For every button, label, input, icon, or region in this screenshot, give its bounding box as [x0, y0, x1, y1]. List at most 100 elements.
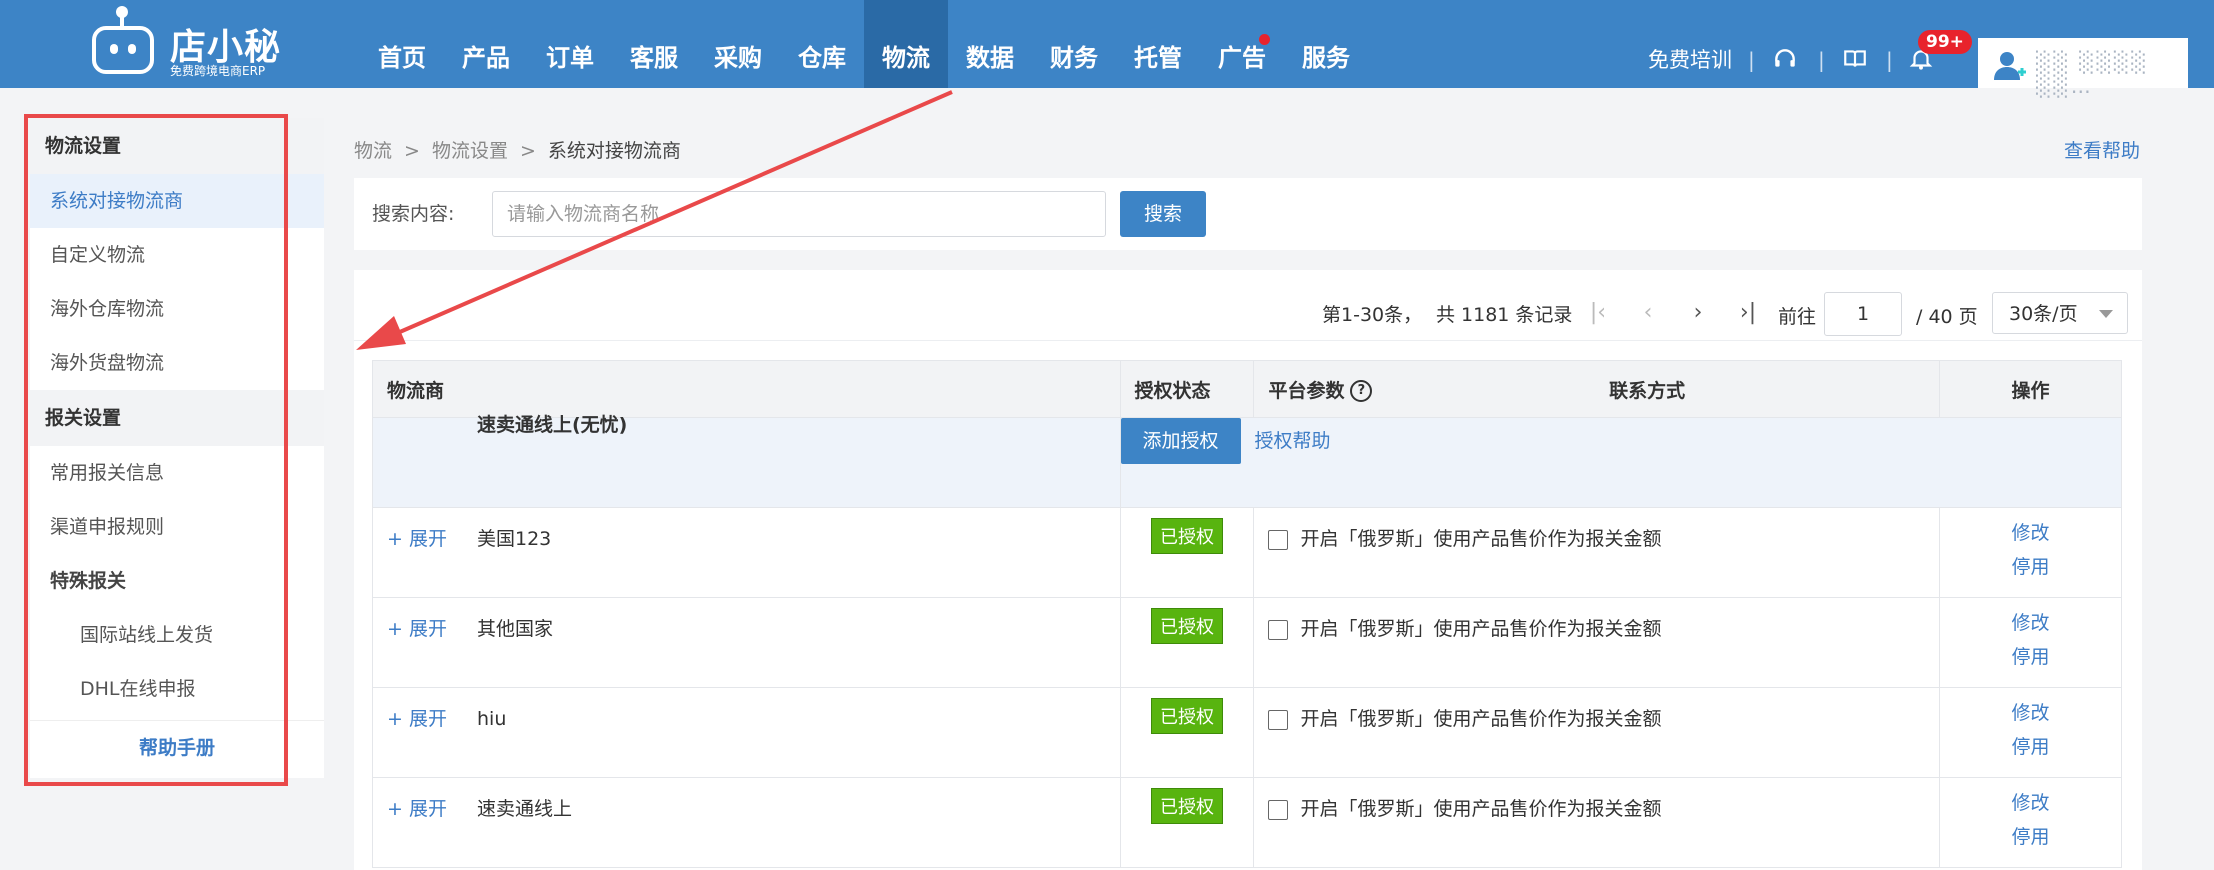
page-number-input[interactable]: 1 [1824, 292, 1902, 336]
table-row: + 展开 美国123 已授权 开启「俄罗斯」使用产品售价作为报关金额 修改 停用 [372, 507, 2122, 598]
account-name: 美国123 [477, 528, 552, 550]
status-cell: 已授权 [1119, 687, 1255, 778]
carrier-cell: + 展开 美国123 [372, 507, 1121, 598]
edit-link[interactable]: 修改 [1954, 786, 2107, 820]
table-header: 物流商 授权状态 平台参数? 联系方式 操作 [372, 360, 2122, 418]
table-row: + 展开 其他国家 已授权 开启「俄罗斯」使用产品售价作为报关金额 修改 停用 [372, 597, 2122, 688]
params-cell: 开启「俄罗斯」使用产品售价作为报关金额 [1253, 597, 1941, 688]
expand-link[interactable]: + 展开 [387, 524, 477, 551]
logo[interactable]: 店小秘 免费跨境电商ERP [88, 6, 280, 80]
range-text: 第1-30条， [1322, 304, 1423, 326]
user-icon [1994, 52, 2026, 80]
page-size-select[interactable]: 30条/页 [1992, 292, 2128, 334]
disable-link[interactable]: 停用 [1954, 820, 2107, 854]
user-menu[interactable]: ░░ ░░░░ ░░… [1978, 38, 2188, 98]
disable-link[interactable]: 停用 [1954, 550, 2107, 584]
user-name: ░░ ░░░░ ░░… [2036, 50, 2149, 98]
nav-finance[interactable]: 财务 [1032, 0, 1116, 88]
nav-hosting[interactable]: 托管 [1116, 0, 1200, 88]
logo-antenna [116, 6, 128, 26]
carrier-list-panel: 第1-30条， 共 1181 条记录 |‹ ‹ › ›| 前往 1 / 40 页… [354, 270, 2142, 870]
table-row: + 展开 速卖通线上 已授权 开启「俄罗斯」使用产品售价作为报关金额 修改 停用 [372, 777, 2122, 868]
nav-warehouse[interactable]: 仓库 [780, 0, 864, 88]
next-page-icon[interactable]: › [1686, 300, 1710, 325]
main-nav: 首页 产品 订单 客服 采购 仓库 物流 数据 财务 托管 广告 服务 [360, 0, 1368, 88]
status-cell: 已授权 [1119, 777, 1255, 868]
status-badge: 已授权 [1150, 698, 1223, 734]
edit-link[interactable]: 修改 [1954, 516, 2107, 550]
expand-link[interactable]: + 展开 [387, 704, 477, 731]
edit-link[interactable]: 修改 [1954, 606, 2107, 640]
divider: | [1748, 48, 1755, 72]
view-help-link[interactable]: 查看帮助 [2064, 136, 2140, 163]
prev-page-icon[interactable]: ‹ [1636, 300, 1660, 325]
annotation-highlight-box [24, 114, 288, 786]
carrier-group-row: 速卖通线上(无忧) 添加授权 授权帮助 [372, 414, 2122, 508]
help-icon[interactable]: ? [1350, 380, 1373, 402]
carrier-table: 物流商 授权状态 平台参数? 联系方式 操作 速卖通线上(无忧) 添加授权 授权帮… [372, 360, 2122, 868]
status-badge: 已授权 [1150, 608, 1223, 644]
group-name-cell: 速卖通线上(无忧) [372, 414, 1121, 508]
divider: | [1886, 48, 1893, 72]
table-row: + 展开 hiu 已授权 开启「俄罗斯」使用产品售价作为报关金额 修改 停用 [372, 687, 2122, 778]
search-panel: 搜索内容: 搜索 [354, 178, 2142, 250]
search-label: 搜索内容: [372, 203, 455, 225]
carrier-cell: + 展开 hiu [372, 687, 1121, 778]
checkbox-label: 开启「俄罗斯」使用产品售价作为报关金额 [1300, 528, 1662, 550]
breadcrumb-separator: > [404, 140, 420, 162]
status-cell: 已授权 [1119, 597, 1255, 688]
breadcrumb-item[interactable]: 物流设置 [432, 140, 508, 162]
disable-link[interactable]: 停用 [1954, 640, 2107, 674]
carrier-cell: + 展开 其他国家 [372, 597, 1121, 688]
params-cell: 开启「俄罗斯」使用产品售价作为报关金额 [1253, 687, 1941, 778]
nav-ads[interactable]: 广告 [1200, 0, 1284, 88]
search-input[interactable] [492, 191, 1106, 237]
checkbox-label: 开启「俄罗斯」使用产品售价作为报关金额 [1300, 618, 1662, 640]
search-button[interactable]: 搜索 [1120, 191, 1206, 237]
params-cell: 开启「俄罗斯」使用产品售价作为报关金额 [1253, 777, 1941, 868]
first-page-icon[interactable]: |‹ [1586, 300, 1610, 325]
breadcrumb-current: 系统对接物流商 [547, 140, 681, 162]
nav-data[interactable]: 数据 [948, 0, 1032, 88]
col-ops: 操作 [1939, 360, 2122, 418]
expand-link[interactable]: + 展开 [387, 794, 477, 821]
last-page-icon[interactable]: ›| [1736, 300, 1760, 325]
ops-cell: 修改 停用 [1939, 777, 2122, 868]
edit-link[interactable]: 修改 [1954, 696, 2107, 730]
breadcrumb-item[interactable]: 物流 [354, 140, 392, 162]
status-badge: 已授权 [1150, 788, 1223, 824]
total-pages: / 40 页 [1916, 306, 1978, 328]
price-as-declared-checkbox[interactable] [1268, 529, 1289, 550]
nav-logistics[interactable]: 物流 [864, 0, 948, 88]
account-name: hiu [477, 708, 507, 730]
col-contact: 联系方式 [1609, 379, 1686, 402]
nav-home[interactable]: 首页 [360, 0, 444, 88]
expand-link[interactable]: + 展开 [387, 614, 477, 641]
col-params: 平台参数? 联系方式 [1253, 360, 1941, 418]
nav-orders[interactable]: 订单 [528, 0, 612, 88]
account-name: 速卖通线上 [477, 798, 573, 820]
nav-purchase[interactable]: 采购 [696, 0, 780, 88]
price-as-declared-checkbox[interactable] [1268, 709, 1289, 730]
book-icon[interactable] [1842, 46, 1868, 72]
notification-badge: 99+ [1918, 30, 1972, 54]
disable-link[interactable]: 停用 [1954, 730, 2107, 764]
price-as-declared-checkbox[interactable] [1268, 619, 1289, 640]
params-cell: 开启「俄罗斯」使用产品售价作为报关金额 [1253, 507, 1941, 598]
checkbox-label: 开启「俄罗斯」使用产品售价作为报关金额 [1300, 798, 1662, 820]
nav-products[interactable]: 产品 [444, 0, 528, 88]
account-name: 其他国家 [477, 618, 554, 640]
add-authorization-button[interactable]: 添加授权 [1120, 418, 1241, 464]
nav-services[interactable]: 服务 [1284, 0, 1368, 88]
robot-logo-icon [92, 26, 154, 74]
free-training-link[interactable]: 免费培训 [1648, 44, 1732, 74]
group-name: 速卖通线上(无忧) [477, 414, 628, 436]
headset-icon[interactable] [1772, 46, 1798, 72]
nav-customer-service[interactable]: 客服 [612, 0, 696, 88]
divider [354, 340, 2142, 341]
col-status: 授权状态 [1119, 360, 1255, 418]
authorization-help-link[interactable]: 授权帮助 [1255, 430, 1331, 452]
logo-subtitle: 免费跨境电商ERP [170, 64, 266, 78]
price-as-declared-checkbox[interactable] [1268, 799, 1289, 820]
col-carrier: 物流商 [372, 360, 1121, 418]
